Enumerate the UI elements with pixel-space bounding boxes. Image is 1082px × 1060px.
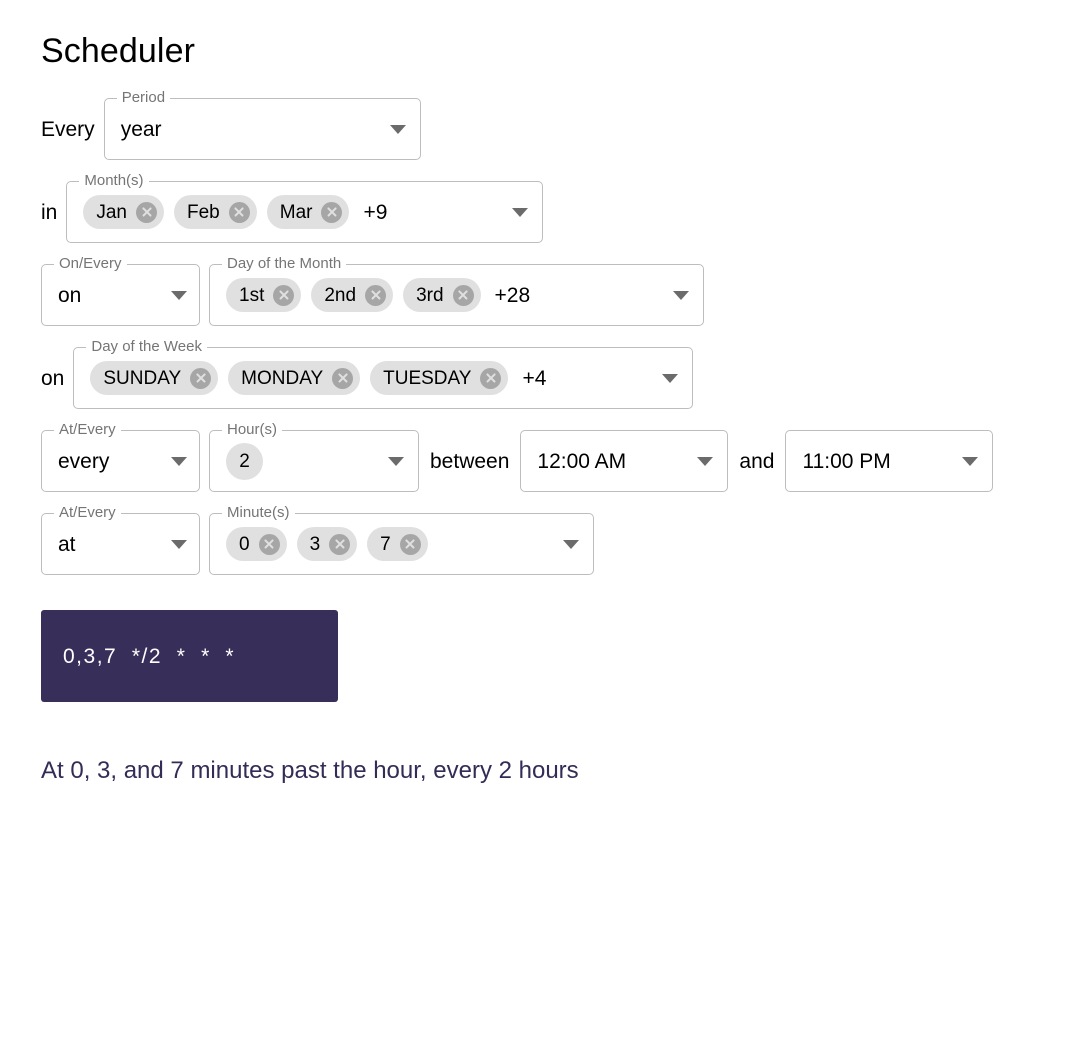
- chip-label: 3rd: [416, 284, 444, 306]
- chip[interactable]: Mar: [266, 195, 350, 229]
- remove-chip-icon[interactable]: [228, 201, 250, 223]
- minute-mode-select[interactable]: At/Every at: [41, 505, 200, 575]
- chevron-down-icon: [962, 456, 979, 466]
- scheduler-page: Scheduler Every Period year in Month(s) …: [0, 0, 1082, 786]
- hour-mode-value: every: [58, 449, 110, 473]
- chip[interactable]: SUNDAY: [90, 361, 219, 395]
- connector-and: and: [739, 449, 775, 473]
- remove-chip-icon[interactable]: [399, 533, 421, 555]
- minute-mode-label: At/Every: [54, 505, 121, 520]
- hour-mode-label: At/Every: [54, 422, 121, 437]
- minutes-select[interactable]: Minute(s) 0 3 7: [209, 505, 594, 575]
- hour-mode-select[interactable]: At/Every every: [41, 422, 200, 492]
- minutes-row: At/Every at Minute(s) 0 3 7: [41, 505, 1082, 575]
- chevron-down-icon: [563, 539, 579, 549]
- hours-row: At/Every every Hour(s) 2 between 12:00 A…: [41, 422, 1082, 492]
- remove-chip-icon[interactable]: [321, 201, 343, 223]
- chip[interactable]: 2: [226, 442, 263, 480]
- remove-chip-icon[interactable]: [136, 201, 157, 223]
- chip-label: 1st: [239, 284, 265, 306]
- day-of-month-mode-select[interactable]: On/Every on: [41, 256, 200, 326]
- time-start-value: 12:00 AM: [537, 449, 627, 473]
- day-of-month-overflow-count: +28: [494, 283, 531, 307]
- chevron-down-icon: [389, 124, 406, 134]
- chip[interactable]: MONDAY: [228, 361, 361, 395]
- day-of-week-label: Day of the Week: [86, 339, 207, 354]
- remove-chip-icon[interactable]: [332, 367, 354, 389]
- remove-chip-icon[interactable]: [452, 284, 474, 306]
- hours-label: Hour(s): [222, 422, 283, 437]
- chevron-down-icon: [697, 456, 714, 466]
- time-start-select[interactable]: 12:00 AM: [520, 430, 729, 492]
- time-end-select[interactable]: 11:00 PM: [785, 430, 994, 492]
- period-select[interactable]: Period year: [103, 90, 421, 160]
- minutes-label: Minute(s): [222, 505, 295, 520]
- minutes-chip-list: 0 3 7: [226, 527, 545, 561]
- period-row: Every Period year: [41, 90, 1082, 160]
- day-of-month-chip-list: 1st 2nd 3rd +28: [226, 278, 655, 312]
- connector-between: between: [430, 449, 510, 473]
- period-value: year: [120, 117, 162, 141]
- chip[interactable]: Feb: [174, 195, 257, 229]
- chevron-down-icon: [171, 290, 187, 300]
- cron-expression-text: 0,3,7 */2 * * *: [63, 644, 236, 668]
- chip[interactable]: Jan: [83, 195, 164, 229]
- connector-in: in: [41, 200, 58, 224]
- chevron-down-icon: [673, 290, 689, 300]
- chevron-down-icon: [388, 456, 404, 466]
- chip-label: Mar: [279, 201, 313, 223]
- chip[interactable]: 7: [367, 527, 428, 561]
- day-of-month-mode-value: on: [58, 283, 82, 307]
- chip[interactable]: 2nd: [311, 278, 394, 312]
- day-of-week-row: on Day of the Week SUNDAY MONDAY TUESDAY…: [41, 339, 1082, 409]
- chevron-down-icon: [662, 373, 679, 383]
- chip[interactable]: 0: [226, 527, 287, 561]
- months-select[interactable]: Month(s) Jan Feb Mar +9: [66, 173, 544, 243]
- remove-chip-icon[interactable]: [273, 284, 295, 306]
- months-chip-list: Jan Feb Mar +9: [83, 195, 494, 229]
- chip[interactable]: 3rd: [403, 278, 481, 312]
- day-of-month-select[interactable]: Day of the Month 1st 2nd 3rd +28: [209, 256, 704, 326]
- day-of-week-chip-list: SUNDAY MONDAY TUESDAY +4: [90, 361, 644, 395]
- connector-on-dow: on: [41, 366, 65, 390]
- chip-label: MONDAY: [241, 367, 324, 389]
- chip-label: SUNDAY: [103, 367, 182, 389]
- chip-label: 7: [380, 533, 391, 555]
- chip-label: Feb: [187, 201, 220, 223]
- remove-chip-icon[interactable]: [329, 533, 351, 555]
- minute-mode-value: at: [58, 532, 76, 556]
- remove-chip-icon[interactable]: [365, 284, 387, 306]
- chip-label: 2nd: [324, 284, 357, 306]
- chip[interactable]: 1st: [226, 278, 302, 312]
- chip-label: Jan: [96, 201, 127, 223]
- cron-expression-box[interactable]: 0,3,7 */2 * * *: [41, 610, 338, 702]
- hours-chip-list: 2: [226, 442, 370, 480]
- months-overflow-count: +9: [363, 200, 388, 224]
- chip[interactable]: TUESDAY: [370, 361, 509, 395]
- chip-label: 2: [239, 450, 250, 472]
- cron-description: At 0, 3, and 7 minutes past the hour, ev…: [41, 757, 579, 784]
- time-end-value: 11:00 PM: [802, 449, 891, 473]
- remove-chip-icon[interactable]: [258, 533, 280, 555]
- day-of-month-label: Day of the Month: [222, 256, 347, 271]
- chip-label: 3: [309, 533, 321, 555]
- chevron-down-icon: [171, 539, 187, 549]
- day-of-month-mode-label: On/Every: [54, 256, 127, 271]
- day-of-week-select[interactable]: Day of the Week SUNDAY MONDAY TUESDAY +4: [73, 339, 694, 409]
- day-of-month-row: On/Every on Day of the Month 1st 2nd 3rd: [41, 256, 1082, 326]
- hours-select[interactable]: Hour(s) 2: [209, 422, 419, 492]
- chip-label: 0: [239, 533, 250, 555]
- chip[interactable]: 3: [296, 527, 358, 561]
- chevron-down-icon: [512, 207, 529, 217]
- months-row: in Month(s) Jan Feb Mar +9: [41, 173, 1082, 243]
- chevron-down-icon: [171, 456, 187, 466]
- remove-chip-icon[interactable]: [190, 367, 212, 389]
- chip-label: TUESDAY: [383, 367, 472, 389]
- page-title: Scheduler: [41, 32, 195, 70]
- day-of-week-overflow-count: +4: [522, 366, 547, 390]
- connector-every: Every: [41, 117, 95, 141]
- months-label: Month(s): [79, 173, 149, 188]
- period-label: Period: [116, 90, 171, 105]
- remove-chip-icon[interactable]: [480, 367, 502, 389]
